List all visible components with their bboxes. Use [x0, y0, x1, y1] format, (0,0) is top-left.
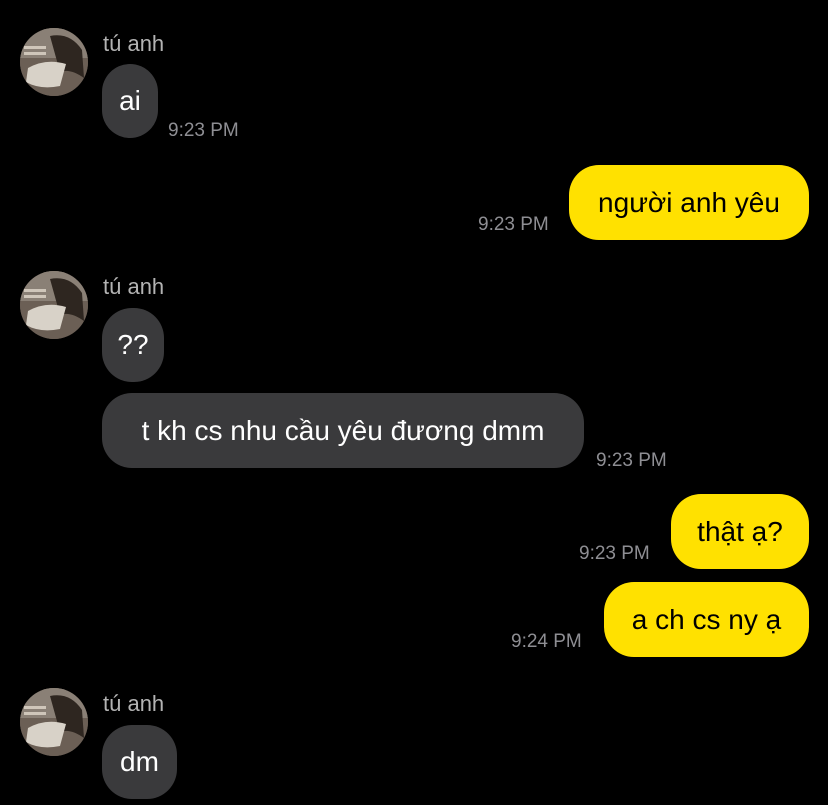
sender-name: tú anh [103, 274, 165, 299]
avatar[interactable] [20, 271, 88, 339]
message-text: a ch cs ny ạ [631, 603, 782, 635]
avatar[interactable] [20, 28, 88, 96]
message-timestamp: 9:23 PM [579, 543, 650, 564]
message-text: người anh yêu [598, 186, 780, 218]
message-text: ai [119, 85, 141, 116]
avatar-photo-icon [20, 28, 88, 96]
message-bubble-incoming[interactable]: ai [102, 64, 158, 138]
message-text: thật ạ? [697, 515, 783, 547]
message-timestamp: 9:23 PM [168, 120, 239, 141]
sender-name: tú anh [103, 31, 165, 56]
message-bubble-incoming[interactable]: t kh cs nhu cầu yêu đương dmm [102, 393, 584, 468]
avatar[interactable] [20, 688, 88, 756]
avatar-photo-icon [20, 271, 88, 339]
message-text: ?? [117, 329, 149, 360]
message-timestamp: 9:24 PM [511, 631, 582, 652]
message-bubble-outgoing[interactable]: người anh yêu [569, 165, 809, 240]
sender-name: tú anh [103, 691, 165, 716]
message-timestamp: 9:23 PM [478, 214, 549, 235]
message-text: dm [120, 746, 159, 777]
message-text: t kh cs nhu cầu yêu đương dmm [141, 414, 545, 446]
message-bubble-incoming[interactable]: dm [102, 725, 177, 799]
message-timestamp: 9:23 PM [596, 450, 667, 471]
message-bubble-incoming[interactable]: ?? [102, 308, 164, 382]
message-bubble-outgoing[interactable]: a ch cs ny ạ [604, 582, 809, 657]
message-bubble-outgoing[interactable]: thật ạ? [671, 494, 809, 569]
avatar-photo-icon [20, 688, 88, 756]
